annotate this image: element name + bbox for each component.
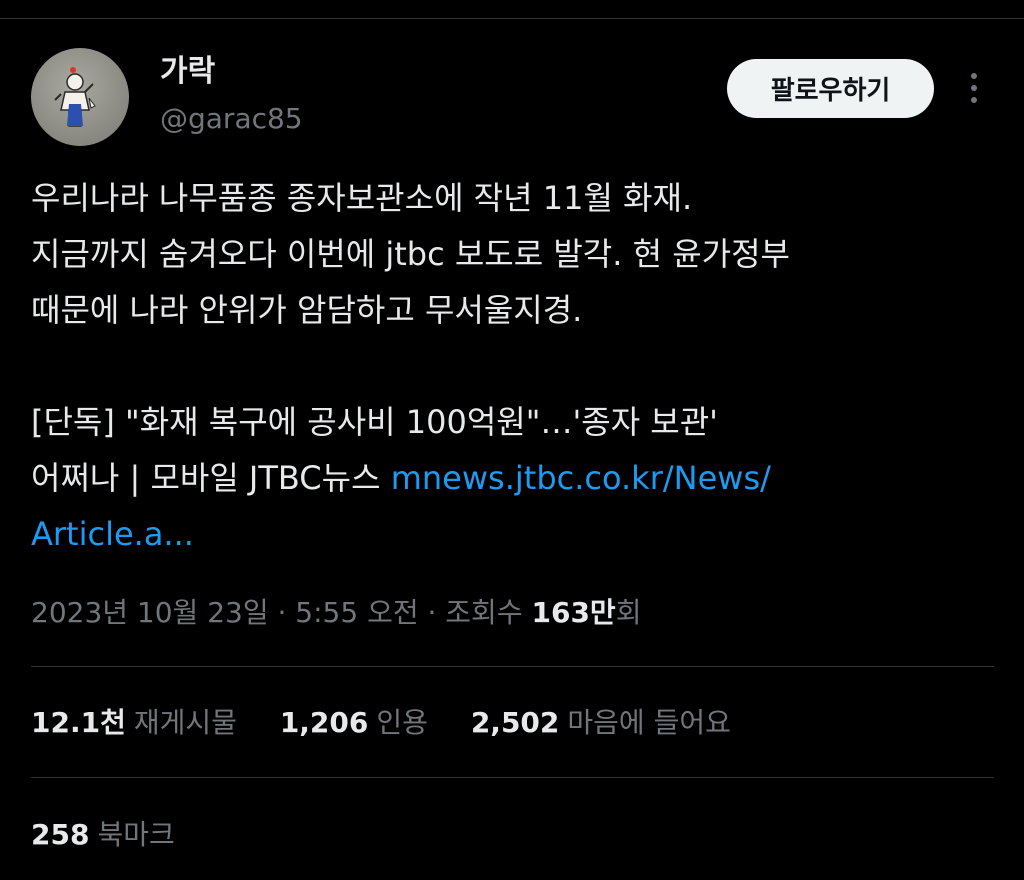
display-name[interactable]: 가락 xyxy=(160,52,215,92)
views-count: 163만 xyxy=(531,596,616,629)
follow-button[interactable]: 팔로우하기 xyxy=(727,59,934,118)
bookmarks-label: 북마크 xyxy=(97,818,175,851)
tweet-line: 우리나라 나무품종 종자보관소에 작년 11월 화재. xyxy=(31,179,693,217)
quotes-count: 1,206 xyxy=(279,706,369,739)
more-vertical-icon[interactable] xyxy=(960,68,988,108)
tweet-text: 우리나라 나무품종 종자보관소에 작년 11월 화재. 지금까지 숨겨오다 이번… xyxy=(31,170,996,562)
quotes-stat[interactable]: 1,206 인용 xyxy=(280,700,428,746)
bookmark-stats: 258 북마크 xyxy=(31,812,209,858)
user-handle[interactable]: @garac85 xyxy=(160,100,303,138)
likes-count: 2,502 xyxy=(470,706,560,739)
divider xyxy=(31,777,994,778)
tweet-line: 때문에 나라 안위가 암담하고 무서울지경. xyxy=(31,291,583,329)
top-divider xyxy=(0,18,1024,19)
tweet-line: 어쩌나 | 모바일 JTBC뉴스 xyxy=(31,459,391,497)
likes-stat[interactable]: 2,502 마음에 들어요 xyxy=(471,700,731,746)
tweet-line: 지금까지 숨겨오다 이번에 jtbc 보도로 발각. 현 윤가정부 xyxy=(31,235,790,273)
tweet-line: Article.a... xyxy=(31,506,996,562)
tweet-line: [단독] "화재 복구에 공사비 100억원"…'종자 보관' xyxy=(31,403,718,441)
article-link[interactable]: mnews.jtbc.co.kr/News/ xyxy=(391,459,771,497)
bookmarks-count: 258 xyxy=(31,818,90,851)
bookmarks-stat[interactable]: 258 북마크 xyxy=(31,812,175,858)
engagement-stats: 12.1천 재게시물 1,206 인용 2,502 마음에 들어요 xyxy=(31,700,765,746)
avatar[interactable] xyxy=(31,48,129,146)
reposts-label: 재게시물 xyxy=(133,706,237,739)
likes-label: 마음에 들어요 xyxy=(567,706,731,739)
views-suffix: 회 xyxy=(615,596,642,629)
reposts-count: 12.1천 xyxy=(31,706,126,739)
tweet-meta: 2023년 10월 23일 · 5:55 오전 · 조회수 163만회 xyxy=(31,590,641,636)
avatar-illustration-icon xyxy=(54,67,96,127)
divider xyxy=(31,666,994,667)
article-link-continued[interactable]: Article.a... xyxy=(31,515,194,553)
timestamp[interactable]: 2023년 10월 23일 · 5:55 오전 · 조회수 xyxy=(31,596,531,629)
quotes-label: 인용 xyxy=(376,706,428,739)
reposts-stat[interactable]: 12.1천 재게시물 xyxy=(31,700,237,746)
tweet-line-with-link: 어쩌나 | 모바일 JTBC뉴스 mnews.jtbc.co.kr/News/ xyxy=(31,450,996,506)
